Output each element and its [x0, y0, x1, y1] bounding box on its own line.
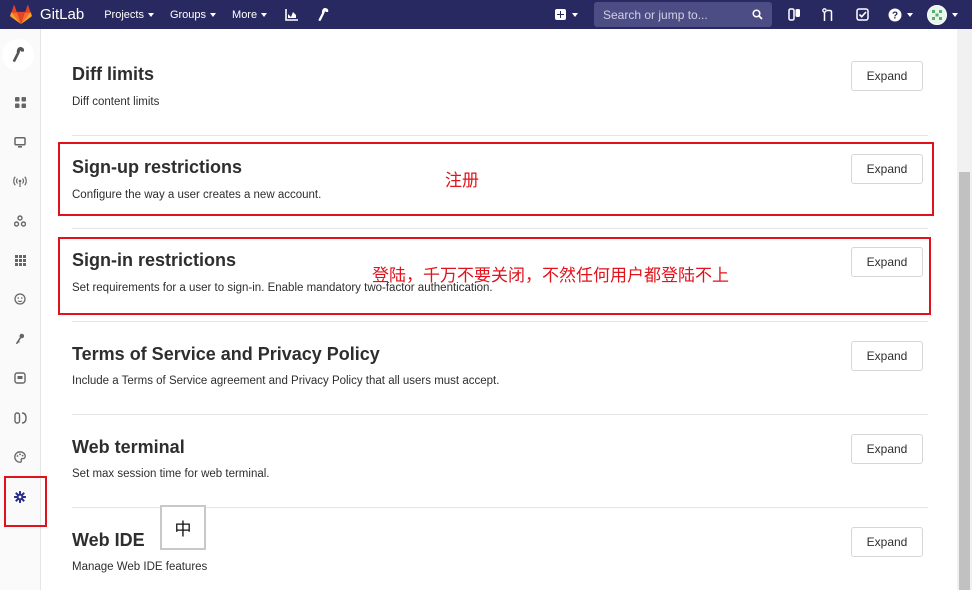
signup-annotation: 注册 [445, 171, 479, 191]
nav-more[interactable]: More [232, 9, 268, 21]
section-description: Diff content limits [72, 96, 160, 108]
section-description: Manage Web IDE features [72, 561, 208, 573]
sidebar-item-deploy-keys[interactable] [0, 329, 40, 349]
smiley-icon [14, 293, 26, 305]
help-dropdown[interactable]: ? [888, 8, 913, 22]
section-web-terminal: Web terminal Set max session time for we… [72, 415, 928, 508]
search-box[interactable] [594, 2, 772, 27]
signup-highlight-box [58, 142, 934, 216]
issues-board-icon[interactable] [786, 7, 802, 23]
section-terms-of-service: Terms of Service and Privacy Policy Incl… [72, 322, 928, 415]
ime-indicator: 中 [160, 505, 206, 550]
sidebar-item-messages[interactable] [0, 171, 40, 191]
key-icon [15, 333, 25, 345]
template-icon [14, 372, 26, 384]
chevron-down-icon [147, 12, 154, 17]
sidebar-item-abuse-reports[interactable] [0, 289, 40, 309]
nav-groups[interactable]: Groups [170, 9, 217, 21]
chevron-down-icon [261, 12, 268, 17]
search-icon [752, 9, 763, 20]
help-icon: ? [888, 8, 902, 21]
sidebar-item-applications[interactable] [0, 250, 40, 270]
scrollbar-thumb[interactable] [959, 172, 970, 590]
admin-wrench-icon [12, 47, 25, 62]
merge-request-icon[interactable] [820, 7, 836, 23]
hook-icon [14, 215, 26, 227]
section-title: Web terminal [72, 437, 185, 457]
section-title: Diff limits [72, 64, 155, 84]
new-dropdown[interactable] [555, 9, 578, 20]
labels-icon [13, 412, 27, 424]
sidebar-item-monitoring[interactable] [0, 132, 40, 152]
section-title: Terms of Service and Privacy Policy [72, 344, 380, 364]
section-diff-limits: Diff limits Diff content limits Expand [72, 29, 928, 136]
activity-chart-icon[interactable] [283, 7, 299, 23]
avatar [927, 4, 947, 25]
admin-wrench-icon[interactable] [315, 7, 331, 23]
brand-name[interactable]: GitLab [40, 6, 84, 23]
chevron-down-icon [572, 12, 578, 17]
plus-square-icon [555, 9, 566, 20]
sidebar-item-system-hooks[interactable] [0, 211, 40, 231]
monitor-icon [14, 136, 26, 148]
chevron-down-icon [907, 12, 913, 17]
expand-button[interactable]: Expand [851, 341, 923, 371]
identicon-icon [932, 9, 942, 20]
nav-projects[interactable]: Projects [104, 9, 154, 21]
expand-button[interactable]: Expand [851, 527, 923, 557]
sidebar-item-overview[interactable] [0, 92, 40, 112]
chevron-down-icon [952, 12, 958, 17]
chevron-down-icon [210, 12, 217, 17]
broadcast-icon [13, 175, 27, 187]
section-description: Include a Terms of Service agreement and… [72, 375, 500, 387]
user-dropdown[interactable] [927, 4, 958, 25]
palette-icon [14, 451, 26, 463]
gitlab-tanuki-icon [10, 4, 32, 24]
expand-button[interactable]: Expand [851, 434, 923, 464]
settings-highlight-box [4, 476, 47, 527]
section-description: Set max session time for web terminal. [72, 468, 270, 480]
sidebar-item-service-templates[interactable] [0, 368, 40, 388]
page-scrollbar[interactable] [957, 29, 972, 590]
signin-annotation: 登陆，千万不要关闭，不然任何用户都登陆不上 [372, 266, 729, 286]
sidebar-item-appearance[interactable] [0, 447, 40, 467]
applications-grid-icon [14, 254, 26, 266]
gitlab-logo[interactable]: GitLab [10, 0, 84, 29]
expand-button[interactable]: Expand [851, 61, 923, 91]
svg-text:?: ? [892, 10, 898, 21]
search-input[interactable] [603, 7, 743, 22]
section-title: Web IDE [72, 530, 145, 550]
todo-check-icon[interactable] [854, 7, 870, 23]
sidebar-item-labels[interactable] [0, 408, 40, 428]
top-navbar: GitLab Projects Groups More ? [0, 0, 972, 29]
sidebar-admin-area[interactable] [2, 39, 34, 71]
dashboard-grid-icon [14, 96, 26, 108]
